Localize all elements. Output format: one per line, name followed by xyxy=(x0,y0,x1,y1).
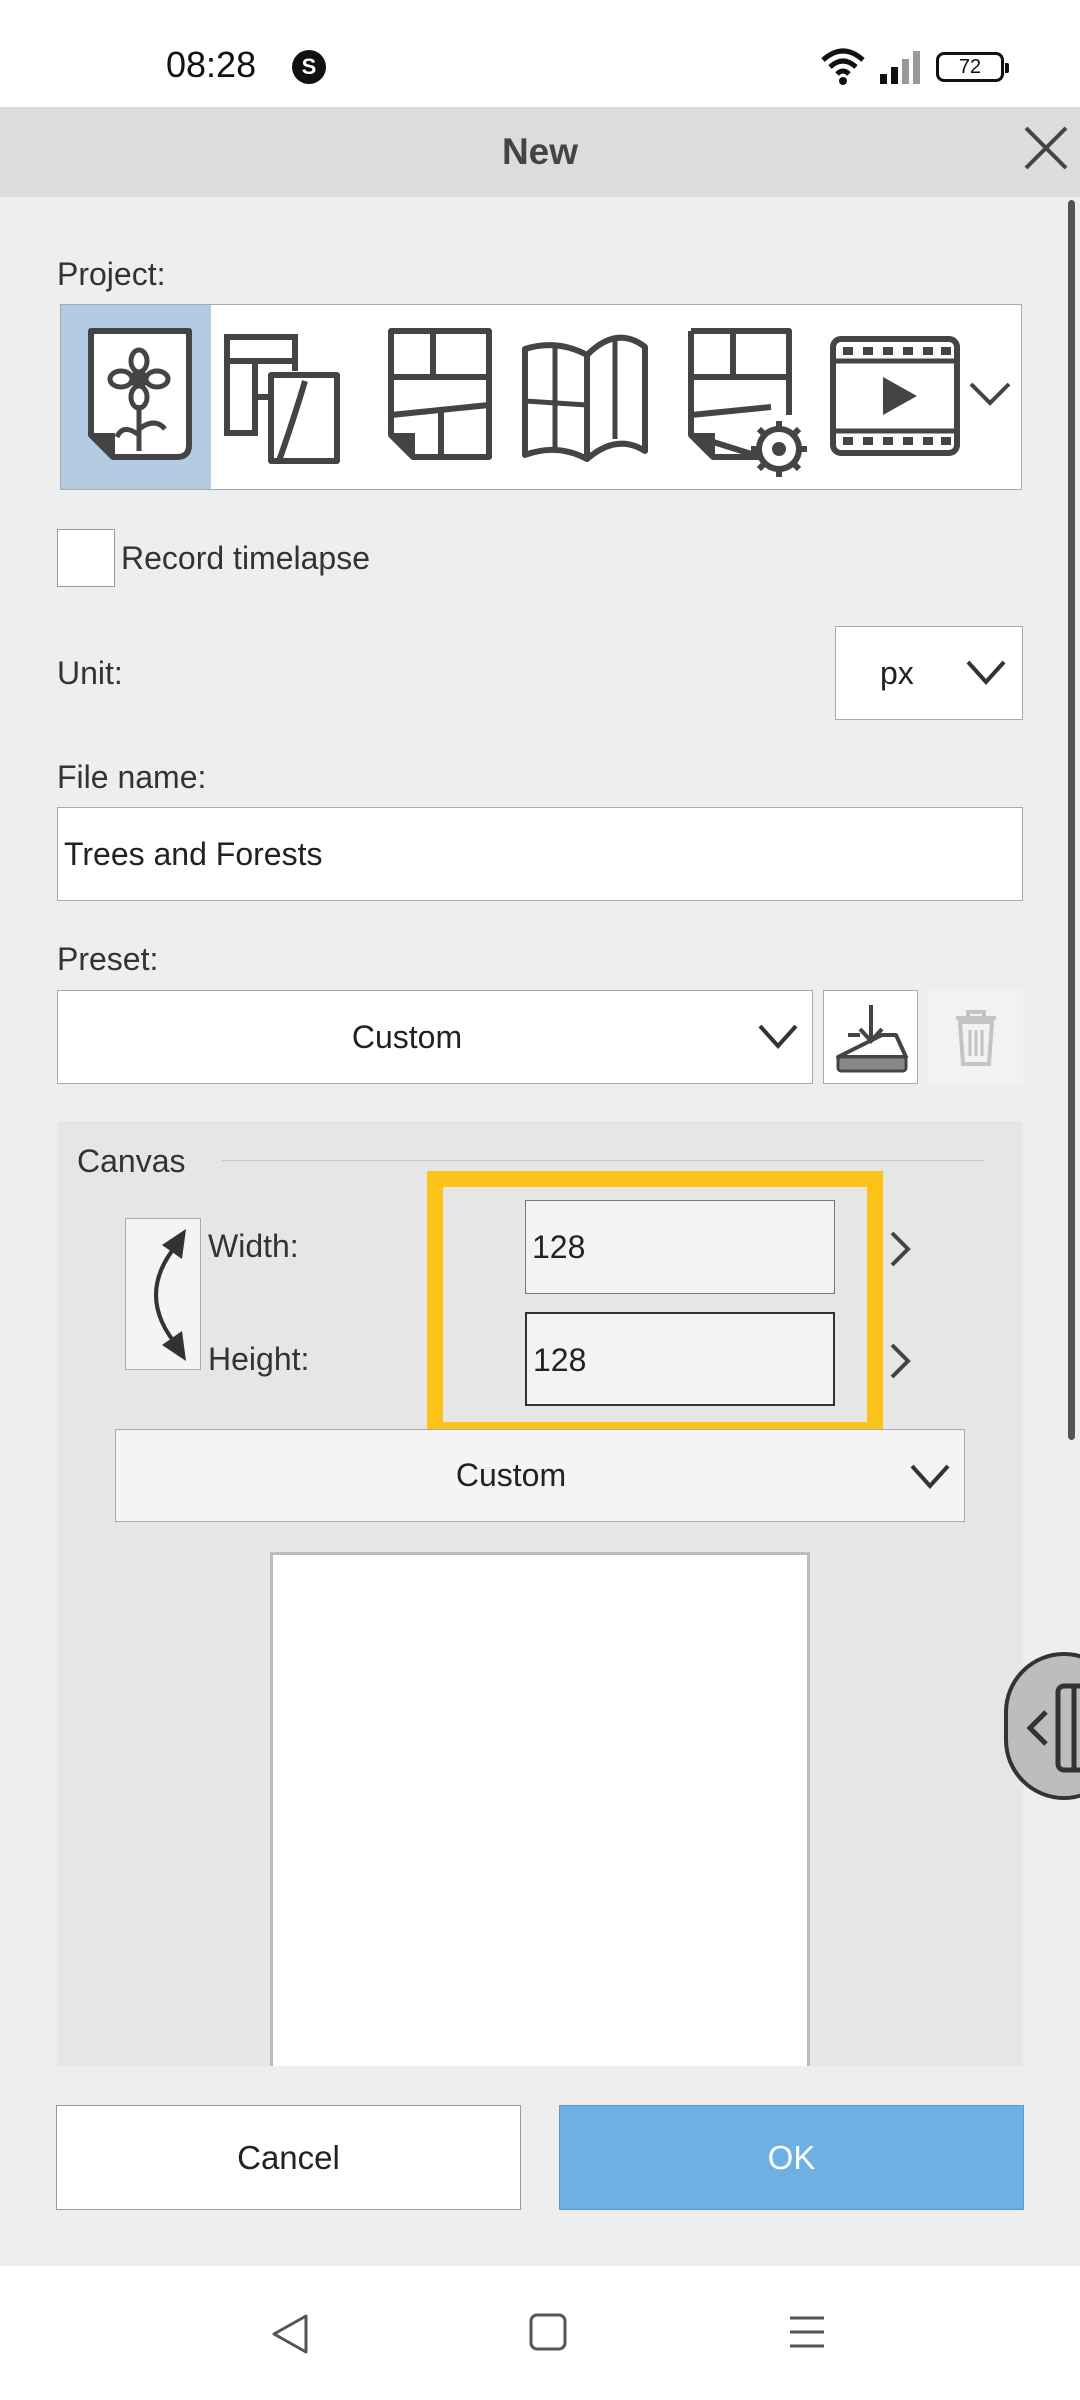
battery-icon: 72 xyxy=(936,52,1009,82)
back-icon[interactable] xyxy=(268,2310,312,2358)
manga-page-icon xyxy=(388,328,492,460)
cancel-button[interactable]: Cancel xyxy=(56,2105,521,2210)
save-preset-button[interactable] xyxy=(823,990,918,1084)
file-name-input[interactable]: Trees and Forests xyxy=(57,807,1023,901)
signal-icon xyxy=(880,51,920,84)
divider xyxy=(222,1160,984,1161)
page-gear-icon xyxy=(688,328,807,477)
trash-icon xyxy=(956,1010,996,1066)
comic-pages-icon xyxy=(224,334,340,464)
chevron-down-icon xyxy=(910,1464,950,1489)
project-type-illustration[interactable] xyxy=(61,305,211,489)
height-input[interactable]: 128 xyxy=(525,1312,835,1406)
film-play-icon xyxy=(830,336,960,456)
flower-page-icon xyxy=(88,328,192,460)
download-tray-icon xyxy=(836,1005,908,1073)
home-icon[interactable] xyxy=(528,2312,568,2352)
height-label: Height: xyxy=(208,1341,310,1377)
chevron-down-icon xyxy=(758,1024,798,1049)
delete-preset-button[interactable] xyxy=(928,990,1023,1084)
width-chevron-right-icon[interactable] xyxy=(884,1229,914,1269)
close-icon[interactable] xyxy=(1016,118,1076,178)
preset-label: Preset: xyxy=(57,941,159,977)
scrollbar[interactable] xyxy=(1068,200,1075,1440)
unit-value: px xyxy=(880,655,914,691)
file-name-label: File name: xyxy=(57,759,207,795)
project-type-page[interactable] xyxy=(361,305,511,489)
canvas-section-title: Canvas xyxy=(77,1143,186,1179)
side-panel-handle[interactable] xyxy=(1004,1652,1080,1800)
width-input[interactable]: 128 xyxy=(525,1200,835,1294)
unit-label: Unit: xyxy=(57,655,123,691)
preset-value: Custom xyxy=(351,1019,463,1055)
project-type-book[interactable] xyxy=(511,305,661,489)
panel-toggle-icon xyxy=(1026,1683,1080,1773)
width-label: Width: xyxy=(208,1228,299,1264)
project-type-comic[interactable] xyxy=(211,305,361,489)
ok-button[interactable]: OK xyxy=(559,2105,1024,2210)
dialog-title: New xyxy=(501,131,579,172)
app-notification-icon: S xyxy=(292,50,326,84)
height-chevron-right-icon[interactable] xyxy=(884,1341,914,1381)
project-more-chevron-icon[interactable] xyxy=(965,370,1015,420)
menu-icon[interactable] xyxy=(786,2312,828,2352)
project-type-animation[interactable] xyxy=(811,305,961,489)
record-timelapse-checkbox[interactable] xyxy=(57,529,115,587)
canvas-preview xyxy=(270,1552,810,2066)
status-time: 08:28 xyxy=(166,44,257,85)
chevron-down-icon xyxy=(966,660,1006,685)
swap-arrows-icon xyxy=(154,1229,186,1361)
swap-dimensions-button[interactable] xyxy=(125,1218,201,1370)
wifi-icon xyxy=(821,48,865,85)
open-book-icon xyxy=(522,334,648,462)
record-timelapse-label[interactable]: Record timelapse xyxy=(121,540,370,577)
project-label: Project: xyxy=(57,256,166,292)
canvas-size-value: Custom xyxy=(455,1457,567,1493)
project-type-page-settings[interactable] xyxy=(661,305,811,489)
